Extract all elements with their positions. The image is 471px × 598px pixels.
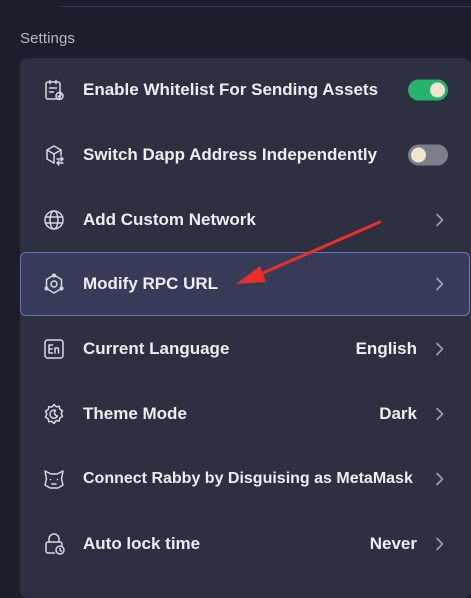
language-en-icon (41, 336, 67, 362)
setting-label: Current Language (83, 339, 230, 358)
chevron-right-icon (435, 537, 445, 551)
setting-label: Auto lock time (83, 534, 201, 553)
setting-label: Theme Mode (83, 404, 187, 423)
lock-clock-icon (41, 531, 67, 557)
setting-switch-dapp-address[interactable]: Switch Dapp Address Independently (20, 123, 470, 187)
chevron-right-icon (435, 342, 445, 356)
chevron-right-icon (435, 213, 445, 227)
chevron-right-icon (435, 277, 445, 291)
setting-add-custom-network[interactable]: Add Custom Network (20, 188, 470, 252)
setting-label: Switch Dapp Address Independently (83, 145, 378, 164)
setting-value: English (355, 339, 417, 358)
chevron-right-icon (435, 407, 445, 421)
rpc-node-icon (41, 271, 67, 297)
whitelist-toggle[interactable] (408, 79, 448, 101)
chevron-right-icon (435, 472, 445, 486)
setting-theme-mode[interactable]: Theme Mode Dark (20, 382, 470, 446)
setting-label: Connect Rabby by Disguising as MetaMask (83, 470, 413, 487)
setting-modify-rpc-url[interactable]: Modify RPC URL (20, 252, 470, 316)
setting-label: Enable Whitelist For Sending Assets (83, 80, 379, 99)
section-title: Settings (20, 30, 75, 47)
dapp-address-toggle[interactable] (408, 144, 448, 166)
toggle-knob (430, 82, 445, 98)
setting-value: Never (369, 534, 417, 553)
setting-current-language[interactable]: Current Language English (20, 317, 470, 381)
setting-connect-metamask-disguise[interactable]: Connect Rabby by Disguising as MetaMask (20, 447, 470, 511)
setting-enable-whitelist[interactable]: Enable Whitelist For Sending Assets (20, 58, 470, 122)
whitelist-clipboard-icon (41, 77, 67, 103)
top-divider (60, 6, 471, 7)
theme-gear-icon (41, 401, 67, 427)
setting-auto-lock-time[interactable]: Auto lock time Never (20, 512, 470, 576)
fox-mask-icon (41, 466, 67, 492)
toggle-knob (411, 147, 426, 163)
globe-icon (41, 207, 67, 233)
setting-label: Add Custom Network (83, 210, 256, 229)
cube-switch-icon (41, 142, 67, 168)
setting-value: Dark (379, 404, 417, 423)
setting-label: Modify RPC URL (83, 274, 219, 293)
